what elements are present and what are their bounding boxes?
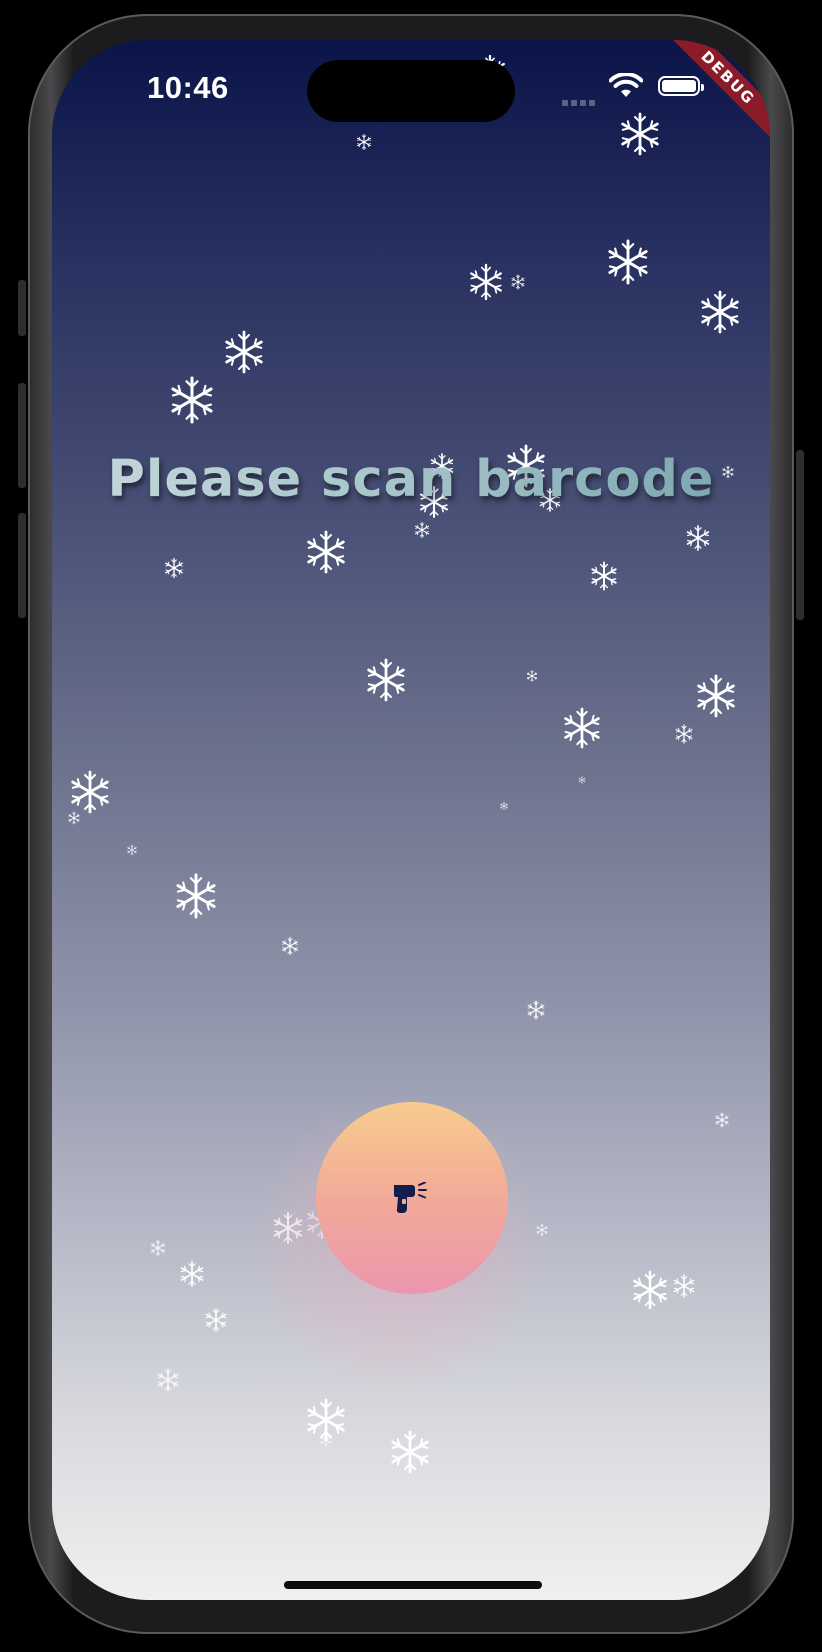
snowflake-icon [526,670,538,682]
snowflake-icon [157,1368,179,1392]
snowflake-icon [71,770,109,814]
snowflake-icon [578,776,586,784]
wifi-icon [609,73,643,97]
snowflake-icon [150,1239,166,1257]
snowflake-icon [320,1433,332,1447]
scan-barcode-button[interactable] [316,1102,508,1294]
barcode-scanner-icon [394,1182,427,1214]
snowflake-icon [414,521,430,539]
debug-banner-label: DEBUG [662,40,770,144]
snowflake-icon [500,801,508,811]
snowflake-icon [527,1000,545,1020]
power-button [796,450,804,620]
volume-down-button [18,513,26,618]
snowflake-icon [165,557,183,579]
snowflake-icon [591,561,617,591]
debug-banner: DEBUG [650,40,770,160]
snowflake-icon [225,330,263,374]
cellular-signal-icon [562,93,598,111]
snowflake-icon [127,844,137,856]
snowflake-icon [701,290,739,334]
snowflake-icon [608,239,648,285]
snowflake-icon [675,724,693,744]
volume-up-button [18,383,26,488]
snowflake-icon [564,707,600,749]
snowflake-icon [180,1261,204,1287]
snowflake-icon [176,873,216,919]
snowflake-icon [171,376,213,424]
snowflake-icon [391,1430,429,1474]
snowflake-icon [715,1112,729,1128]
scan-prompt-title: Please scan barcode [52,450,770,509]
snowflake-icon [68,811,80,825]
silent-switch [18,280,26,336]
dynamic-island [307,60,515,122]
snowflake-icon [511,274,525,290]
snowflake-icon [367,658,405,702]
snowflake-icon [205,1308,227,1332]
snowflake-icon [282,936,298,956]
snowflake-icon [673,1274,695,1298]
home-indicator[interactable] [284,1581,542,1589]
snowflake-icon [307,530,345,574]
snowflake-icon [686,525,710,551]
snowflake-icon [356,133,372,151]
snowflake-icon [470,263,502,301]
snowflake-icon [697,674,735,718]
snowflake-icon [633,1270,667,1310]
snowflake-icon [307,1398,345,1442]
app-screen: 10:46 DEBUG Please scan barcode [52,40,770,1600]
status-bar-time: 10:46 [147,70,229,105]
